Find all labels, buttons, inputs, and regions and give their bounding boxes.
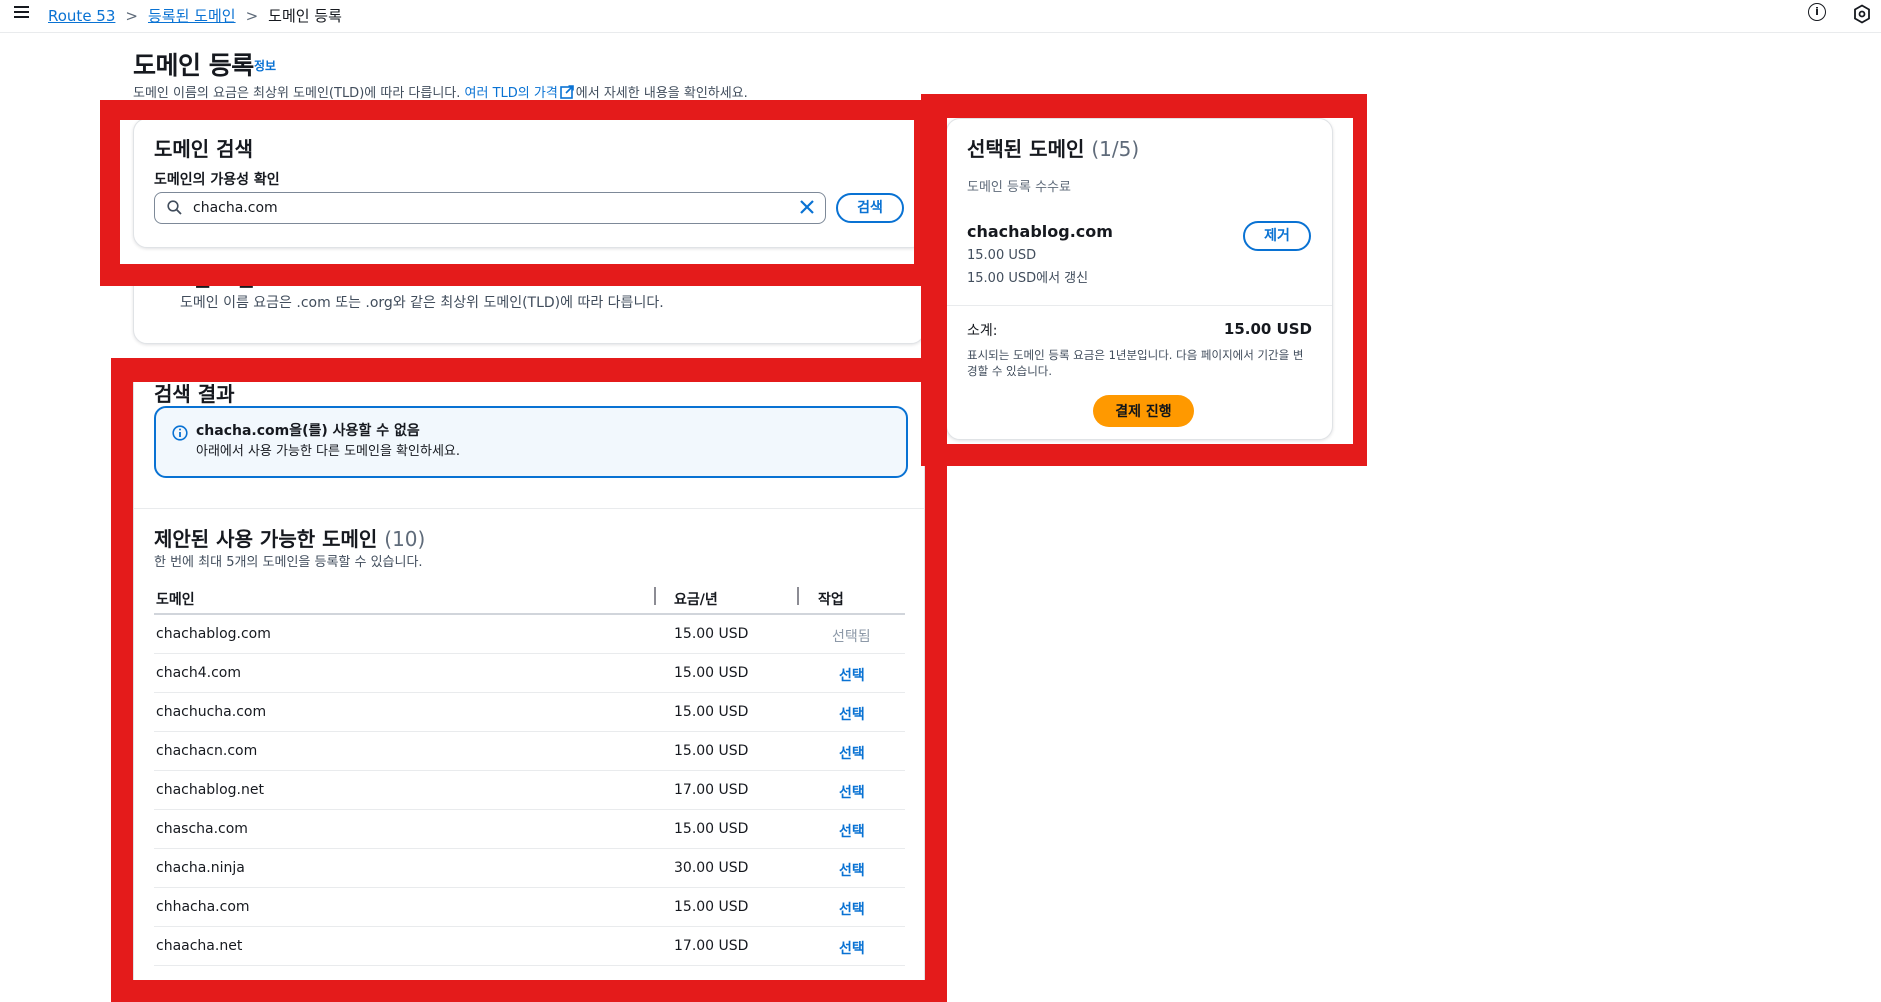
suggested-domains-title: 제안된 사용 가능한 도메인 (154, 527, 378, 551)
selected-status: 선택됨 (832, 629, 871, 645)
select-link[interactable]: 선택 (839, 704, 865, 724)
breadcrumb-registered-domains-link[interactable]: 등록된 도메인 (148, 5, 236, 26)
info-link[interactable]: 정보 (254, 57, 276, 74)
suggested-domains-table: 도메인 요금/년 작업 chachablog.com 15.00 USD 선택됨 ch… (154, 581, 905, 966)
page-description: 도메인 이름의 요금은 최상위 도메인(TLD)에 따라 다릅니다. 여러 TL… (133, 82, 748, 101)
price-cell: 15.00 USD (674, 743, 749, 759)
alert-description: 아래에서 사용 가능한 다른 도메인을 확인하세요. (196, 444, 460, 459)
search-icon (167, 200, 182, 215)
caret-right-icon (154, 271, 163, 284)
tld-pricing-link[interactable]: 여러 TLD의 가격 (465, 86, 558, 101)
external-link-icon[interactable] (559, 85, 574, 99)
price-cell: 15.00 USD (674, 899, 749, 915)
hamburger-menu-icon[interactable] (12, 3, 32, 23)
domain-cell: chachacn.com (156, 743, 258, 759)
domain-cell: chachucha.com (156, 704, 267, 720)
selected-domain-renewal: 15.00 USD에서 갱신 (967, 271, 1089, 286)
registration-fee-label: 도메인 등록 수수료 (967, 180, 1071, 195)
price-cell: 15.00 USD (674, 704, 749, 720)
breadcrumb: Route 53 > 등록된 도메인 > 도메인 등록 (48, 5, 342, 26)
page-description-text: 도메인 이름의 요금은 최상위 도메인(TLD)에 따라 다릅니다. (133, 86, 465, 101)
standard-pricing-card: 표준 요금 도메인 이름 요금은 .com 또는 .org와 같은 최상위 도메… (133, 267, 925, 344)
search-results-title: 검색 결과 (154, 382, 235, 406)
chevron-right-icon: > (125, 6, 138, 25)
domain-cell: chacha.ninja (156, 860, 245, 876)
subtotal-label: 소계: (967, 323, 998, 339)
select-link[interactable]: 선택 (839, 743, 865, 763)
proceed-checkout-button[interactable]: 결제 진행 (1093, 395, 1194, 427)
standard-pricing-desc: 도메인 이름 요금은 .com 또는 .org와 같은 최상위 도메인(TLD)… (180, 295, 664, 311)
search-results-card: 검색 결과 chacha.com을(를) 사용할 수 없음 아래에서 사용 가능… (133, 372, 925, 984)
domain-search-field[interactable] (154, 192, 826, 224)
section-divider (947, 305, 1332, 306)
table-row: chhacha.com 15.00 USD 선택 (154, 888, 905, 927)
select-link[interactable]: 선택 (839, 899, 865, 919)
chevron-right-icon: > (245, 6, 259, 25)
fee-note: 표시되는 도메인 등록 요금은 1년분입니다. 다음 페이지에서 기간을 변경할… (967, 348, 1304, 378)
domain-cell: chascha.com (156, 821, 248, 837)
selected-domain-name: chachablog.com (967, 222, 1113, 241)
settings-hex-icon[interactable] (1853, 4, 1871, 24)
column-resizer[interactable] (654, 587, 656, 605)
select-link[interactable]: 선택 (839, 782, 865, 802)
table-row: chachucha.com 15.00 USD 선택 (154, 693, 905, 732)
price-cell: 17.00 USD (674, 938, 749, 954)
top-navigation-bar: Route 53 > 등록된 도메인 > 도메인 등록 i (0, 0, 1881, 33)
domain-cell: chhacha.com (156, 899, 250, 915)
unavailable-alert: chacha.com을(를) 사용할 수 없음 아래에서 사용 가능한 다른 도… (154, 406, 908, 478)
select-link[interactable]: 선택 (839, 938, 865, 958)
page-title: 도메인 등록 (133, 51, 254, 80)
select-link[interactable]: 선택 (839, 665, 865, 685)
table-row: chachablog.com 15.00 USD 선택됨 (154, 615, 905, 654)
suggested-domains-desc: 한 번에 최대 5개의 도메인을 등록할 수 있습니다. (154, 555, 423, 570)
suggested-domains-heading: 제안된 사용 가능한 도메인 (10) (154, 523, 425, 552)
column-resizer[interactable] (797, 587, 799, 605)
domain-search-card: 도메인 검색 도메인의 가용성 확인 검색 (133, 118, 925, 248)
column-header-price[interactable]: 요금/년 (674, 589, 718, 609)
table-row: chachablog.net 17.00 USD 선택 (154, 771, 905, 810)
table-header: 도메인 요금/년 작업 (154, 581, 905, 615)
select-link[interactable]: 선택 (839, 821, 865, 841)
standard-pricing-toggle[interactable]: 표준 요금 (154, 263, 256, 292)
section-divider (134, 508, 924, 509)
price-cell: 30.00 USD (674, 860, 749, 876)
selected-domains-count: (1/5) (1091, 137, 1140, 161)
breadcrumb-route53-link[interactable]: Route 53 (48, 7, 115, 25)
column-header-domain[interactable]: 도메인 (156, 589, 195, 609)
table-row: chascha.com 15.00 USD 선택 (154, 810, 905, 849)
info-circle-icon (172, 425, 188, 441)
selected-domain-price: 15.00 USD (967, 248, 1037, 263)
price-cell: 17.00 USD (674, 782, 749, 798)
subtotal-value: 15.00 USD (1223, 320, 1312, 338)
table-body: chachablog.com 15.00 USD 선택됨 chach4.com 15.0… (154, 615, 905, 966)
column-header-action: 작업 (818, 592, 844, 608)
selected-domains-heading: 선택된 도메인 (1/5) (967, 133, 1139, 162)
info-icon[interactable]: i (1808, 3, 1826, 21)
table-row: chachacn.com 15.00 USD 선택 (154, 732, 905, 771)
alert-title: chacha.com을(를) 사용할 수 없음 (196, 423, 420, 439)
price-cell: 15.00 USD (674, 626, 749, 642)
availability-label: 도메인의 가용성 확인 (154, 172, 280, 188)
clear-icon[interactable] (799, 199, 815, 215)
suggested-domains-count: (10) (384, 527, 426, 551)
price-cell: 15.00 USD (674, 821, 749, 837)
domain-cell: chach4.com (156, 665, 241, 681)
standard-pricing-title: 표준 요금 (175, 267, 256, 291)
domain-cell: chachablog.net (156, 782, 264, 798)
table-row: chaacha.net 17.00 USD 선택 (154, 927, 905, 966)
select-link[interactable]: 선택 (839, 860, 865, 880)
table-row: chach4.com 15.00 USD 선택 (154, 654, 905, 693)
domain-cell: chachablog.com (156, 626, 271, 642)
selected-domains-card: 선택된 도메인 (1/5) 도메인 등록 수수료 chachablog.com … (946, 118, 1333, 440)
domain-search-title: 도메인 검색 (154, 137, 253, 161)
remove-button[interactable]: 제거 (1243, 221, 1311, 251)
domain-search-input[interactable] (191, 195, 775, 221)
price-cell: 15.00 USD (674, 665, 749, 681)
table-row: chacha.ninja 30.00 USD 선택 (154, 849, 905, 888)
domain-cell: chaacha.net (156, 938, 243, 954)
selected-domains-title: 선택된 도메인 (967, 137, 1085, 161)
page-description-suffix: 에서 자세한 내용을 확인하세요. (575, 86, 748, 101)
search-button[interactable]: 검색 (836, 193, 904, 223)
breadcrumb-current: 도메인 등록 (268, 7, 342, 25)
